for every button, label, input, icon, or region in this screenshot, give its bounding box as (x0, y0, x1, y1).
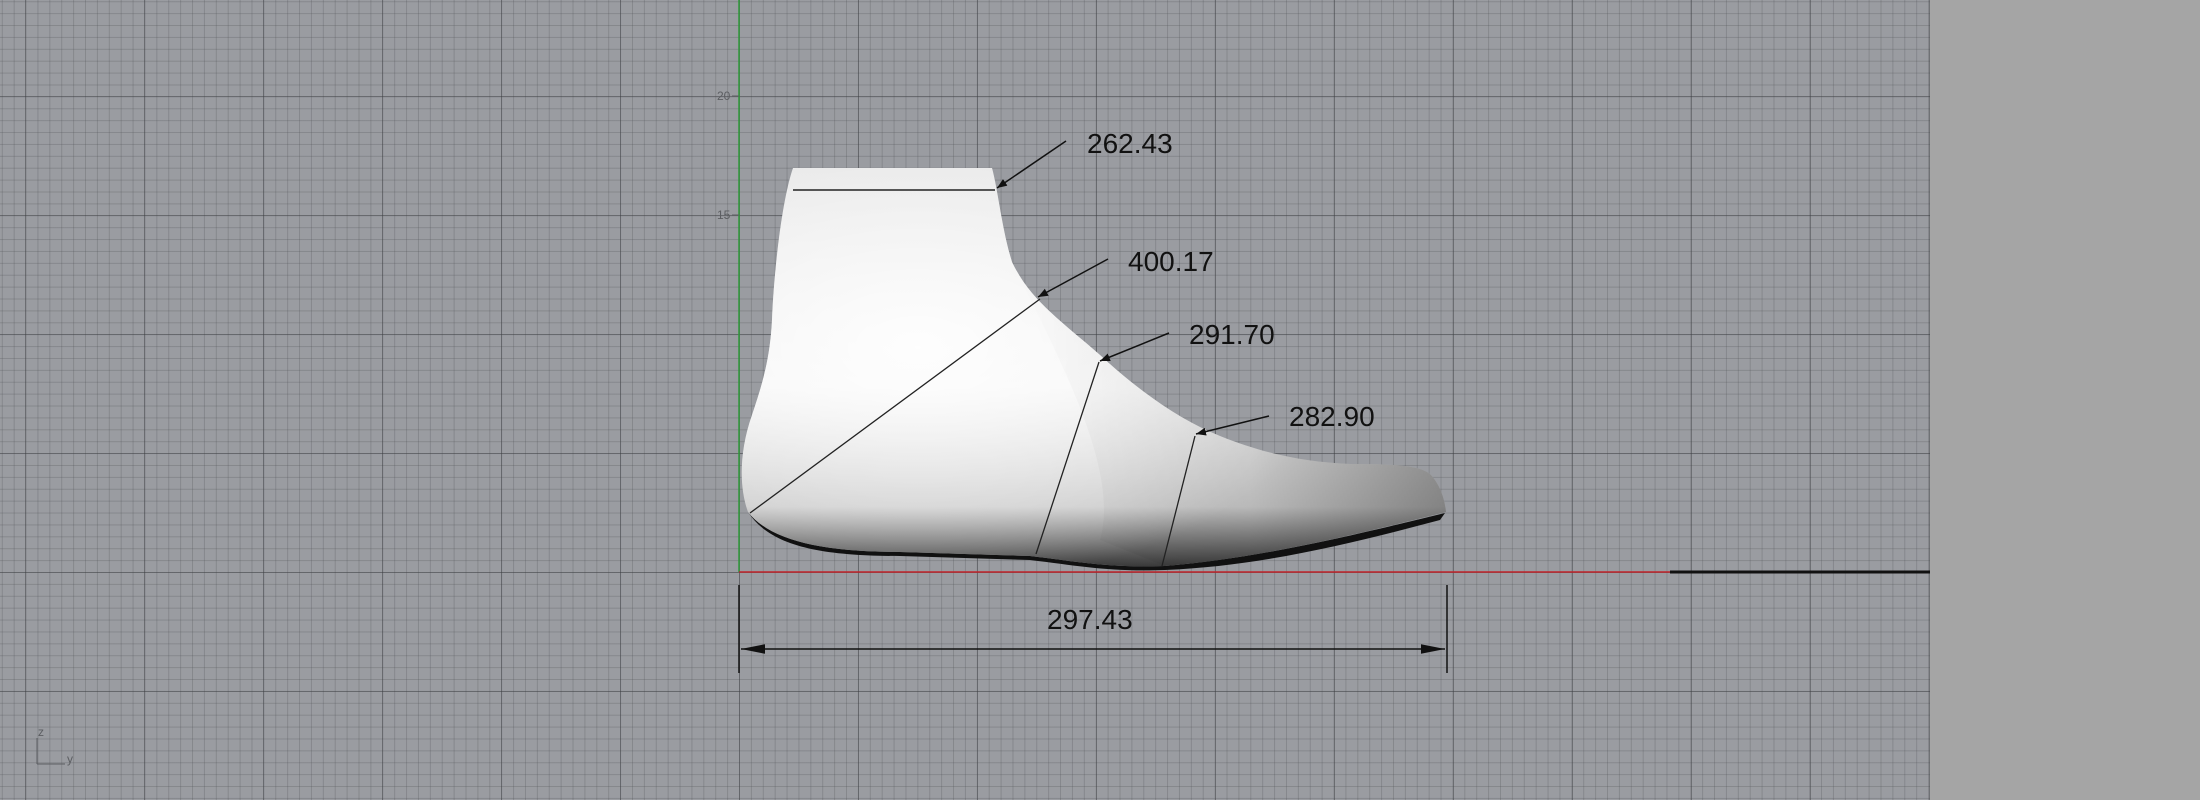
length-dimension: 297.43 (738, 585, 1448, 673)
grid-tick-20: 20 (717, 89, 731, 103)
axis-label-y: y (67, 752, 73, 766)
leader-ball (1195, 415, 1270, 436)
axis-indicator: z y (36, 725, 73, 766)
viewport-canvas[interactable]: 20 15 262.43 400.17 291.70 282.90 297.43… (0, 0, 1930, 800)
label-length: 297.43 (1047, 604, 1133, 635)
label-ball-girth: 282.90 (1289, 401, 1375, 432)
side-panel (1930, 0, 2200, 800)
grid-tick-15: 15 (717, 208, 731, 222)
leader-heel-instep (1037, 258, 1109, 298)
shoe-last-model[interactable] (741, 168, 1446, 571)
axis-label-z: z (38, 725, 44, 739)
right-viewport[interactable]: 20 15 262.43 400.17 291.70 282.90 297.43… (0, 0, 1930, 800)
label-heel-instep-girth: 400.17 (1128, 246, 1214, 277)
label-ankle-girth: 262.43 (1087, 128, 1173, 159)
leader-instep (1099, 332, 1170, 362)
label-instep-girth: 291.70 (1189, 319, 1275, 350)
leader-ankle (996, 140, 1067, 189)
